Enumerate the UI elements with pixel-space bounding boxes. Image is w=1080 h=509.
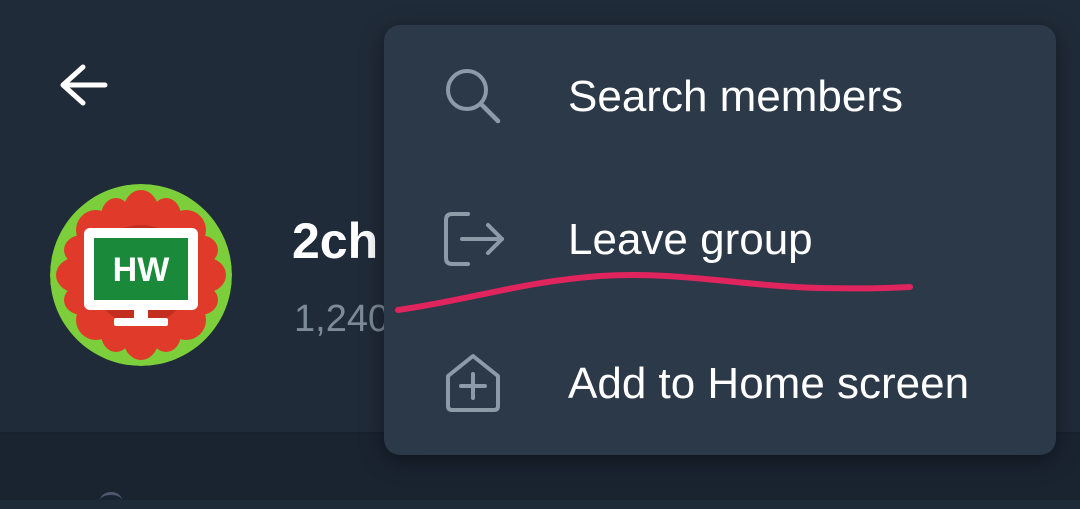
overflow-menu: Search members Leave group Add to Home s…: [384, 25, 1056, 455]
partial-icon: [100, 492, 122, 509]
search-icon: [446, 69, 501, 124]
member-count: 1,240: [294, 298, 390, 340]
menu-item-add-to-home-screen[interactable]: Add to Home screen: [384, 312, 1056, 455]
menu-item-label: Add to Home screen: [568, 359, 970, 408]
arrow-left-icon: [60, 64, 108, 106]
menu-item-label: Leave group: [568, 215, 813, 264]
menu-item-search-members[interactable]: Search members: [384, 25, 1056, 168]
group-name[interactable]: 2ch: [292, 212, 378, 270]
avatar-text: HW: [113, 251, 171, 289]
leave-icon: [444, 212, 504, 266]
avatar-image: HW: [50, 184, 232, 366]
group-avatar[interactable]: HW: [50, 184, 232, 366]
menu-item-leave-group[interactable]: Leave group: [384, 168, 1056, 311]
menu-item-label: Search members: [568, 72, 904, 121]
add-home-icon: [446, 354, 500, 412]
back-button[interactable]: [48, 50, 118, 120]
